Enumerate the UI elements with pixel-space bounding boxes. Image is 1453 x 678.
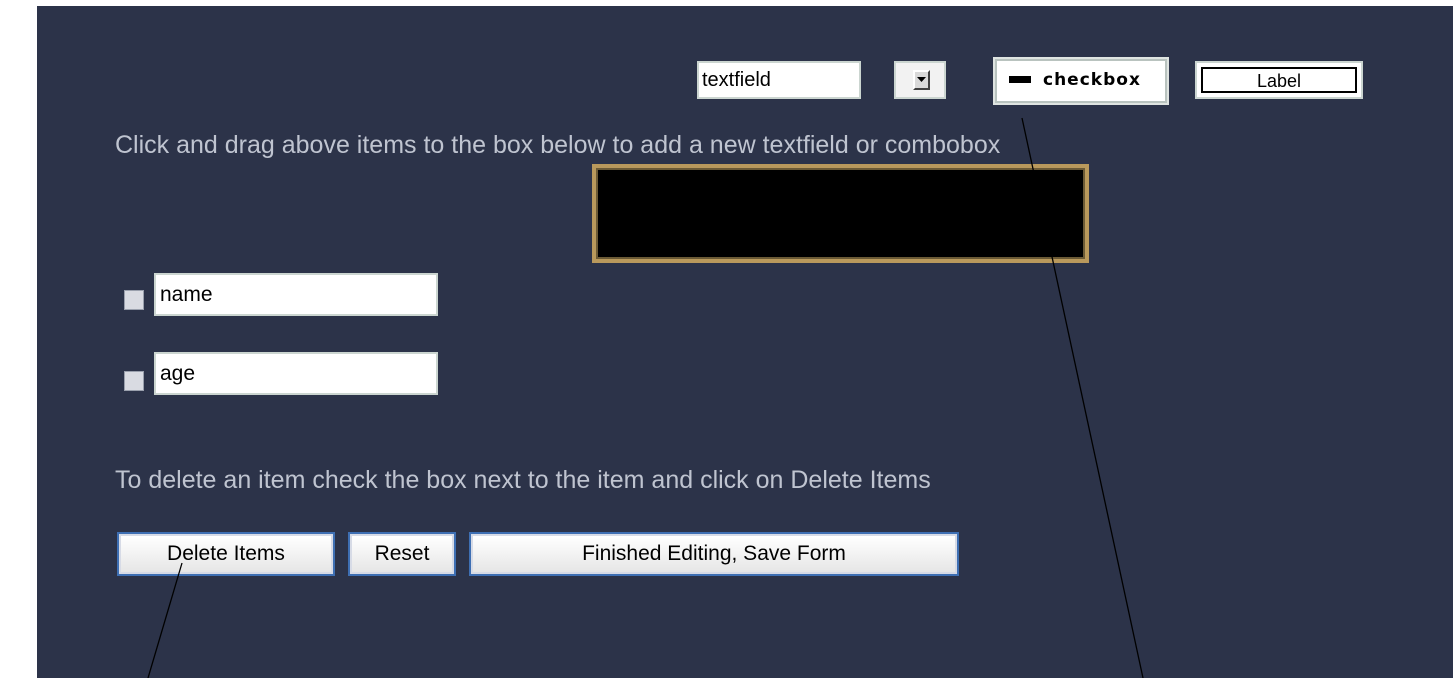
save-form-button[interactable]: Finished Editing, Save Form xyxy=(469,532,959,576)
delete-items-button[interactable]: Delete Items xyxy=(117,532,335,576)
row-checkbox-age[interactable] xyxy=(124,371,144,391)
palette-textfield-item[interactable]: textfield xyxy=(697,61,861,99)
drag-instruction: Click and drag above items to the box be… xyxy=(115,131,1001,159)
palette-label-text: Label xyxy=(1201,67,1357,93)
form-editor-canvas: textfield checkbox Label Click and drag … xyxy=(37,6,1453,678)
reset-button[interactable]: Reset xyxy=(348,532,456,576)
name-field[interactable]: name xyxy=(154,273,438,316)
age-field[interactable]: age xyxy=(154,352,438,395)
palette-combobox-item[interactable] xyxy=(894,61,946,99)
palette-checkbox-label: checkbox xyxy=(1043,70,1141,90)
chevron-down-icon xyxy=(913,70,930,90)
drop-target-box[interactable] xyxy=(592,164,1089,263)
row-checkbox-name[interactable] xyxy=(124,290,144,310)
palette-textfield-label: textfield xyxy=(702,69,771,91)
palette-checkbox-item[interactable]: checkbox xyxy=(993,57,1169,105)
checkbox-dash-icon xyxy=(1009,76,1031,83)
age-field-value: age xyxy=(160,362,196,385)
delete-instruction: To delete an item check the box next to … xyxy=(115,466,931,494)
name-field-value: name xyxy=(160,283,213,306)
palette-label-item[interactable]: Label xyxy=(1195,61,1363,99)
